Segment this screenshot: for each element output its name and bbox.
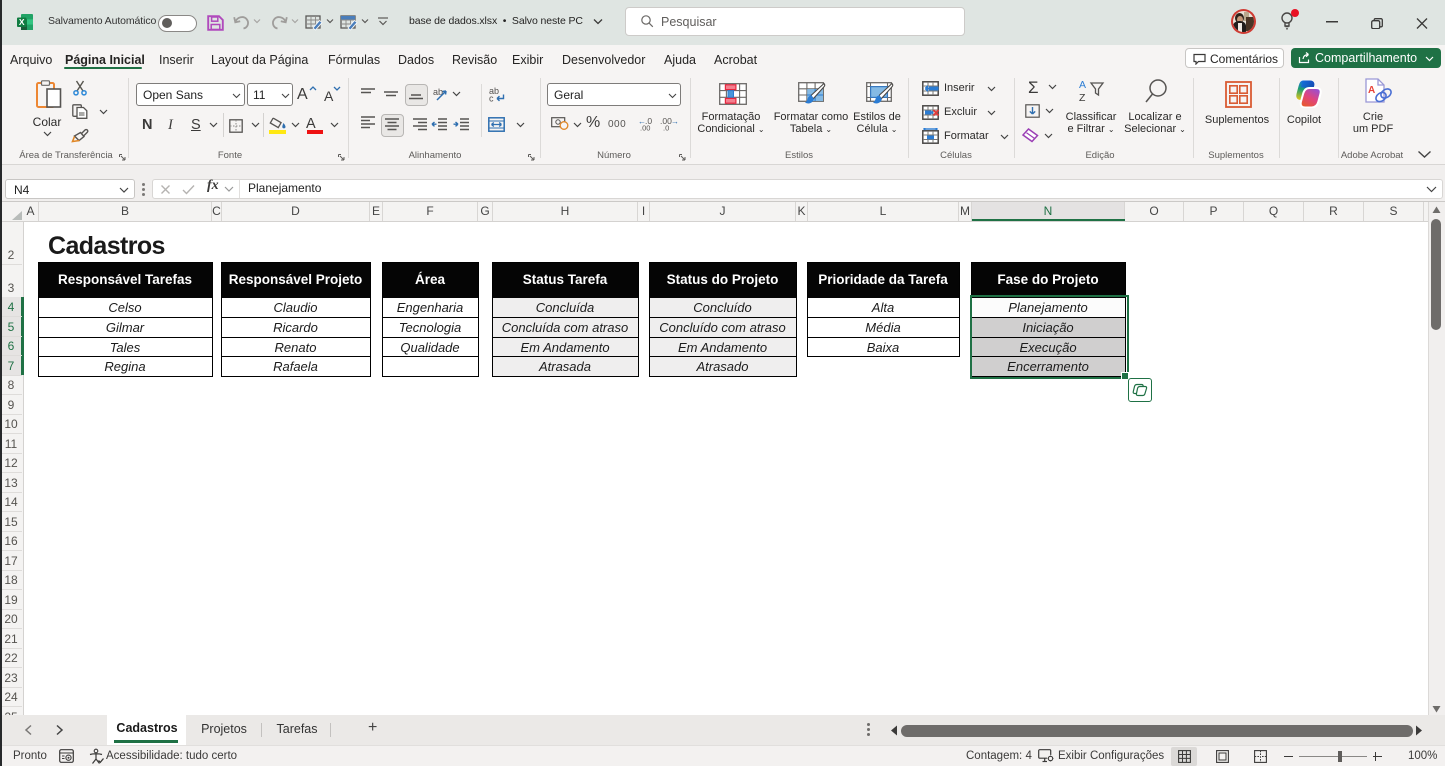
svg-text:c: c: [489, 94, 494, 104]
svg-text:.0: .0: [663, 124, 669, 132]
svg-text:.00: .00: [640, 124, 650, 132]
svg-text:Z: Z: [1079, 92, 1086, 104]
svg-text:X: X: [19, 17, 25, 27]
svg-text:A: A: [1079, 79, 1086, 91]
svg-text:A: A: [1368, 85, 1375, 96]
svg-text:→: →: [671, 117, 679, 126]
